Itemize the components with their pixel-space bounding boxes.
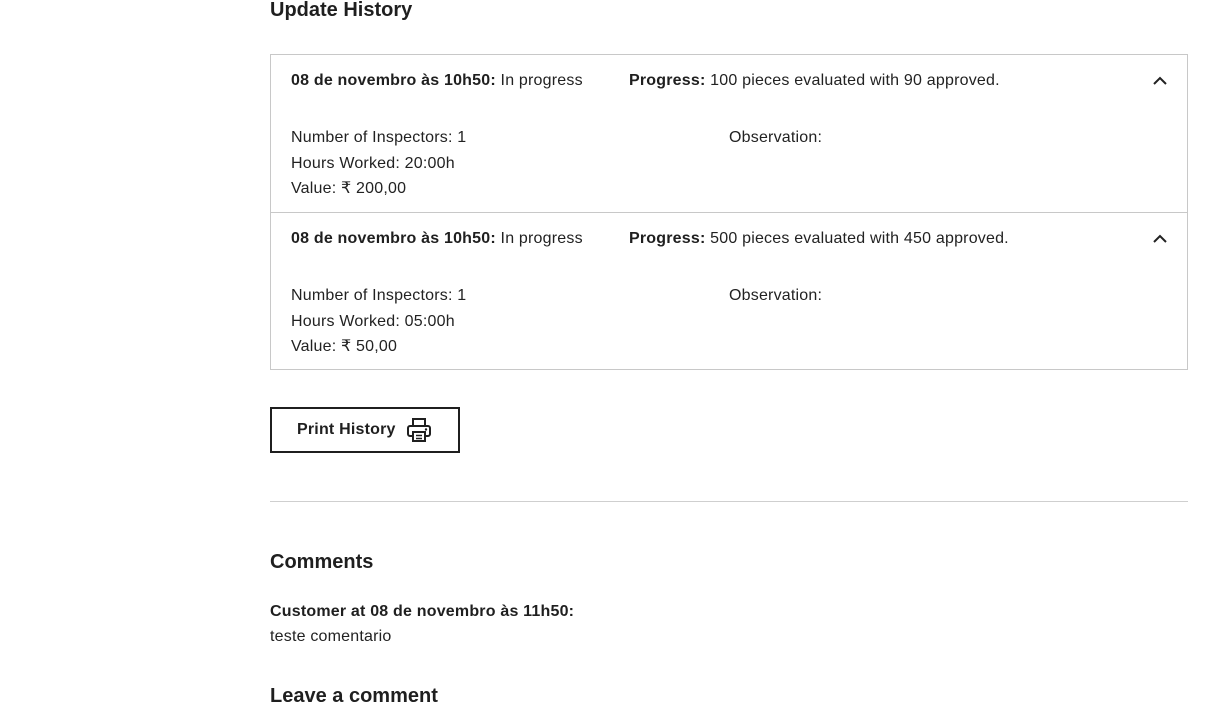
comment-item: Customer at 08 de novembro às 11h50: tes… xyxy=(270,599,574,649)
entry-value: Value: ₹ 50,00 xyxy=(291,338,398,355)
entry-date: 08 de novembro às 10h50: xyxy=(291,230,496,247)
entry-date: 08 de novembro às 10h50: xyxy=(291,72,496,89)
entry-status: In progress xyxy=(500,72,583,89)
progress-text: 100 pieces evaluated with 90 approved. xyxy=(710,72,1000,89)
entry-value: Value: ₹ 200,00 xyxy=(291,180,407,197)
printer-icon xyxy=(406,418,431,442)
observation-label: Observation: xyxy=(729,287,823,304)
hours-worked: Hours Worked: 05:00h xyxy=(291,312,455,330)
progress-text: 500 pieces evaluated with 450 approved. xyxy=(710,230,1009,247)
entry-header: 08 de novembro às 10h50: In progress xyxy=(291,72,583,90)
update-history-title: Update History xyxy=(270,0,413,21)
entry-details: Number of Inspectors: 1 Hours Worked: 20… xyxy=(291,125,466,202)
progress-label: Progress: xyxy=(629,72,706,89)
chevron-up-icon[interactable] xyxy=(1151,232,1169,246)
entry-header: 08 de novembro às 10h50: In progress xyxy=(291,230,583,248)
print-history-button[interactable]: Print History xyxy=(270,407,460,453)
hours-worked: Hours Worked: 20:00h xyxy=(291,154,455,172)
observation-label: Observation: xyxy=(729,129,823,146)
comments-title: Comments xyxy=(270,551,374,573)
update-history-list: 08 de novembro às 10h50: In progress Pro… xyxy=(270,54,1188,370)
entry-details: Number of Inspectors: 1 Hours Worked: 05… xyxy=(291,283,466,360)
inspectors-count: Number of Inspectors: 1 xyxy=(291,287,467,304)
history-entry: 08 de novembro às 10h50: In progress Pro… xyxy=(271,212,1187,369)
comment-text: teste comentario xyxy=(270,628,392,645)
entry-progress: Progress: 500 pieces evaluated with 450 … xyxy=(629,230,1009,248)
progress-label: Progress: xyxy=(629,230,706,247)
entry-progress: Progress: 100 pieces evaluated with 90 a… xyxy=(629,72,1000,90)
chevron-up-icon[interactable] xyxy=(1151,74,1169,88)
section-divider xyxy=(270,501,1188,502)
comment-author: Customer at 08 de novembro às 11h50: xyxy=(270,603,575,620)
entry-status: In progress xyxy=(500,230,583,247)
inspectors-count: Number of Inspectors: 1 xyxy=(291,129,467,146)
leave-comment-title: Leave a comment xyxy=(270,685,438,707)
history-entry: 08 de novembro às 10h50: In progress Pro… xyxy=(271,55,1187,212)
page: Update History 08 de novembro às 10h50: … xyxy=(0,0,1210,710)
print-history-label: Print History xyxy=(297,421,396,438)
